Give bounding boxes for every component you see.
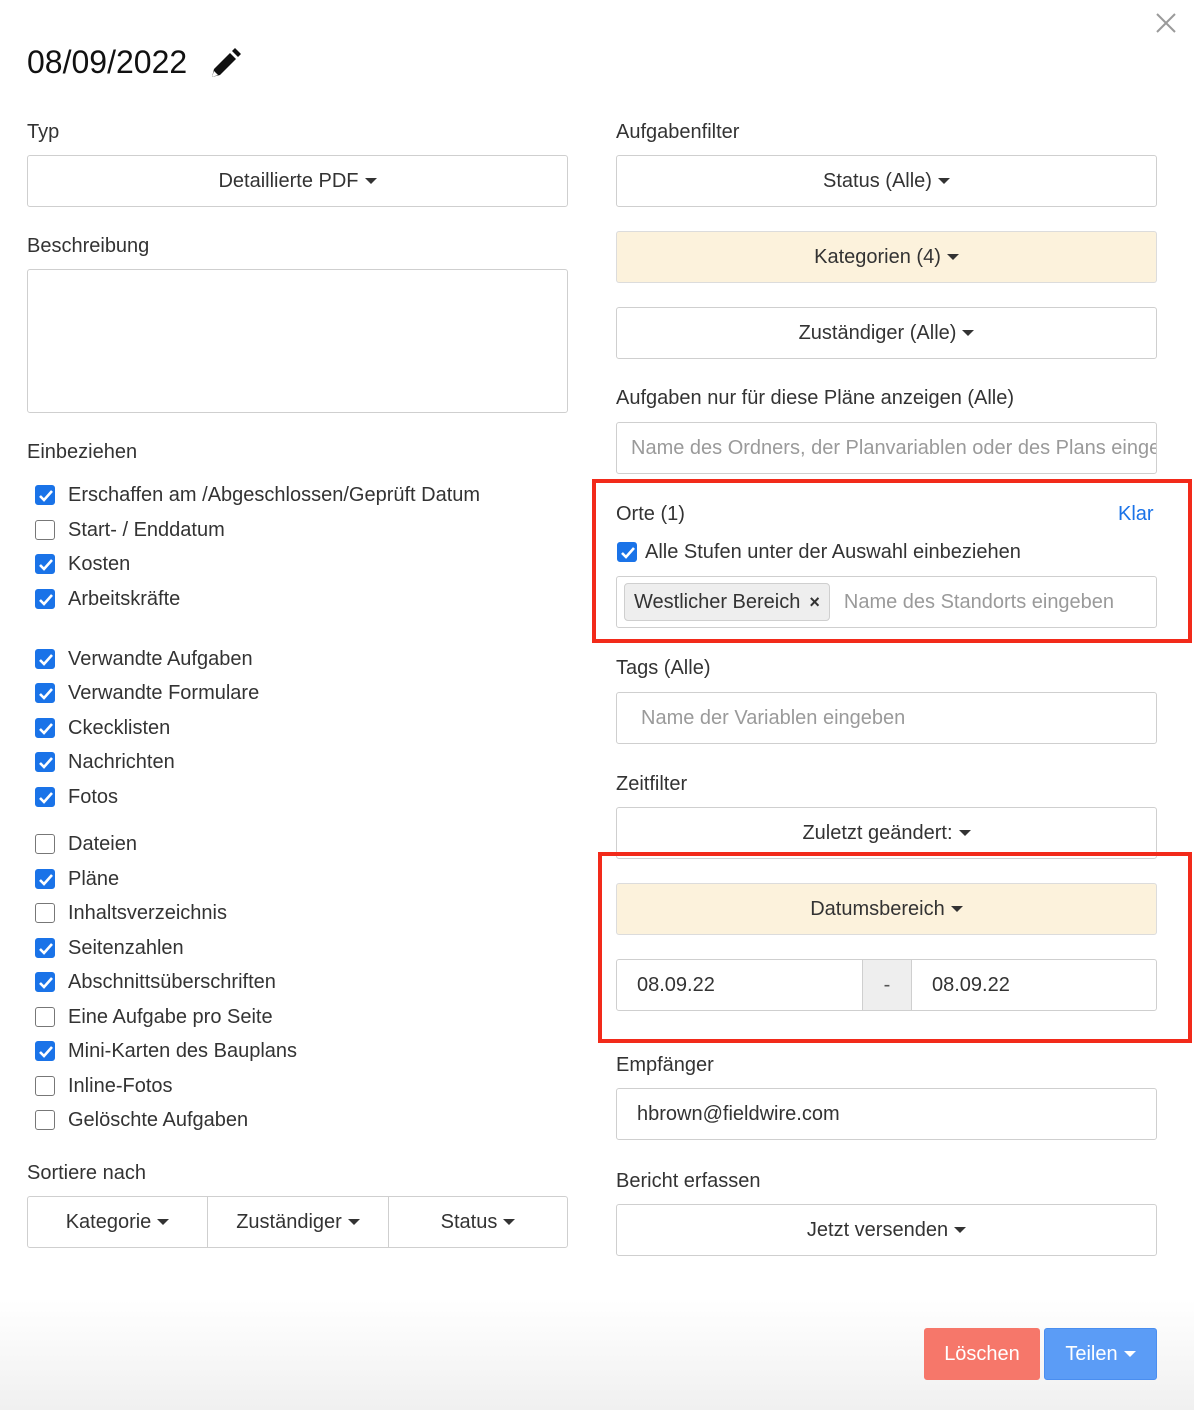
- include-checkbox[interactable]: [35, 869, 55, 889]
- sort-status-button[interactable]: Status: [388, 1196, 568, 1248]
- include-checkbox-label: Inline-Fotos: [68, 1075, 173, 1097]
- send-now-dropdown[interactable]: Jetzt versenden: [616, 1204, 1157, 1256]
- include-checkbox[interactable]: [35, 649, 55, 669]
- caret-down-icon: [937, 178, 950, 184]
- tags-input[interactable]: Name der Variablen eingeben: [616, 692, 1157, 744]
- categories-filter-dropdown[interactable]: Kategorien (4): [616, 231, 1157, 283]
- caret-down-icon: [954, 1227, 967, 1233]
- include-checkbox-label: Seitenzahlen: [68, 937, 184, 959]
- include-checkbox-label: Gelöschte Aufgaben: [68, 1109, 249, 1131]
- caret-down-icon: [946, 254, 959, 260]
- status-filter-value: Status (Alle): [823, 169, 932, 192]
- include-checkbox[interactable]: [35, 1076, 55, 1096]
- report-label: Bericht erfassen: [616, 1170, 761, 1192]
- include-checkbox[interactable]: [35, 718, 55, 738]
- include-checkbox-label: Verwandte Aufgaben: [68, 648, 253, 670]
- description-label: Beschreibung: [27, 235, 150, 257]
- include-checkbox-label: Mini-Karten des Bauplans: [68, 1040, 298, 1062]
- include-checkbox-label: Arbeitskräfte: [68, 588, 181, 610]
- last-changed-value: Zuletzt geändert:: [802, 821, 953, 844]
- assignee-filter-dropdown[interactable]: Zuständiger (Alle): [616, 307, 1157, 359]
- annotation-box-date-range: [598, 852, 1192, 1043]
- caret-down-icon: [347, 1219, 360, 1225]
- include-checkbox[interactable]: [35, 554, 55, 574]
- delete-button[interactable]: Löschen: [924, 1328, 1040, 1380]
- include-checkbox[interactable]: [35, 972, 55, 992]
- time-filter-label: Zeitfilter: [616, 773, 688, 795]
- include-checkbox[interactable]: [35, 1041, 55, 1061]
- include-checkbox[interactable]: [35, 485, 55, 505]
- caret-down-icon: [1123, 1351, 1136, 1357]
- include-checkbox-label: Start- / Enddatum: [68, 519, 225, 541]
- include-checkbox[interactable]: [35, 1110, 55, 1130]
- status-filter-dropdown[interactable]: Status (Alle): [616, 155, 1157, 207]
- include-checkbox-label: Verwandte Formulare: [68, 682, 260, 704]
- annotation-box-locations: [592, 479, 1192, 643]
- caret-down-icon: [503, 1219, 516, 1225]
- type-dropdown-value: Detaillierte PDF: [218, 169, 359, 192]
- caret-down-icon: [958, 830, 971, 836]
- task-filter-label: Aufgabenfilter: [616, 121, 740, 143]
- sort-assignee-label: Zuständiger: [236, 1210, 342, 1233]
- include-checkbox-label: Ckecklisten: [68, 717, 171, 739]
- close-icon[interactable]: [1155, 12, 1177, 34]
- include-checkbox-label: Dateien: [68, 833, 137, 855]
- tags-label: Tags (Alle): [616, 657, 711, 679]
- plans-search-placeholder: Name des Ordners, der Planvariablen oder…: [631, 436, 1157, 459]
- sort-category-label: Kategorie: [65, 1210, 152, 1233]
- sort-category-button[interactable]: Kategorie: [27, 1196, 208, 1248]
- include-label: Einbeziehen: [27, 441, 138, 463]
- include-checkbox[interactable]: [35, 520, 55, 540]
- include-checkbox-label: Pläne: [68, 868, 120, 890]
- send-now-value: Jetzt versenden: [806, 1218, 949, 1241]
- description-textarea[interactable]: [27, 269, 568, 413]
- delete-button-label: Löschen: [944, 1342, 1020, 1365]
- recipient-input[interactable]: hbrown@fieldwire.com: [616, 1088, 1157, 1140]
- type-label: Typ: [27, 121, 60, 143]
- caret-down-icon: [364, 178, 377, 184]
- categories-filter-value: Kategorien (4): [814, 245, 941, 268]
- plans-filter-label: Aufgaben nur für diese Pläne anzeigen (A…: [616, 387, 1015, 409]
- include-checkbox-label: Abschnittsüberschriften: [68, 971, 276, 993]
- sort-assignee-button[interactable]: Zuständiger: [207, 1196, 389, 1248]
- tags-placeholder: Name der Variablen eingeben: [641, 706, 906, 729]
- share-button[interactable]: Teilen: [1044, 1328, 1157, 1380]
- sort-label: Sortiere nach: [27, 1162, 146, 1184]
- include-checkbox[interactable]: [35, 938, 55, 958]
- sort-status-label: Status: [440, 1210, 498, 1233]
- include-checkbox[interactable]: [35, 787, 55, 807]
- include-checkbox-label: Fotos: [68, 786, 119, 808]
- include-checkbox[interactable]: [35, 1007, 55, 1027]
- assignee-filter-value: Zuständiger (Alle): [798, 321, 957, 344]
- share-button-label: Teilen: [1065, 1342, 1118, 1365]
- include-checkbox[interactable]: [35, 683, 55, 703]
- plans-search-input[interactable]: Name des Ordners, der Planvariablen oder…: [616, 422, 1157, 474]
- include-checkbox-label: Eine Aufgabe pro Seite: [68, 1006, 273, 1028]
- page-title: 08/09/2022: [27, 44, 188, 80]
- caret-down-icon: [962, 330, 975, 336]
- include-checkbox[interactable]: [35, 589, 55, 609]
- caret-down-icon: [157, 1219, 170, 1225]
- pencil-icon[interactable]: [208, 47, 242, 81]
- recipient-label: Empfänger: [616, 1054, 714, 1076]
- include-checkbox[interactable]: [35, 752, 55, 772]
- type-dropdown[interactable]: Detaillierte PDF: [27, 155, 568, 207]
- recipient-value: hbrown@fieldwire.com: [637, 1102, 840, 1125]
- include-checkbox-label: Inhaltsverzeichnis: [68, 902, 227, 924]
- include-checkbox-label: Kosten: [68, 553, 131, 575]
- include-checkbox-label: Nachrichten: [68, 751, 175, 773]
- include-checkbox[interactable]: [35, 903, 55, 923]
- include-checkbox[interactable]: [35, 834, 55, 854]
- include-checkbox-label: Erschaffen am /Abgeschlossen/Geprüft Dat…: [68, 484, 481, 506]
